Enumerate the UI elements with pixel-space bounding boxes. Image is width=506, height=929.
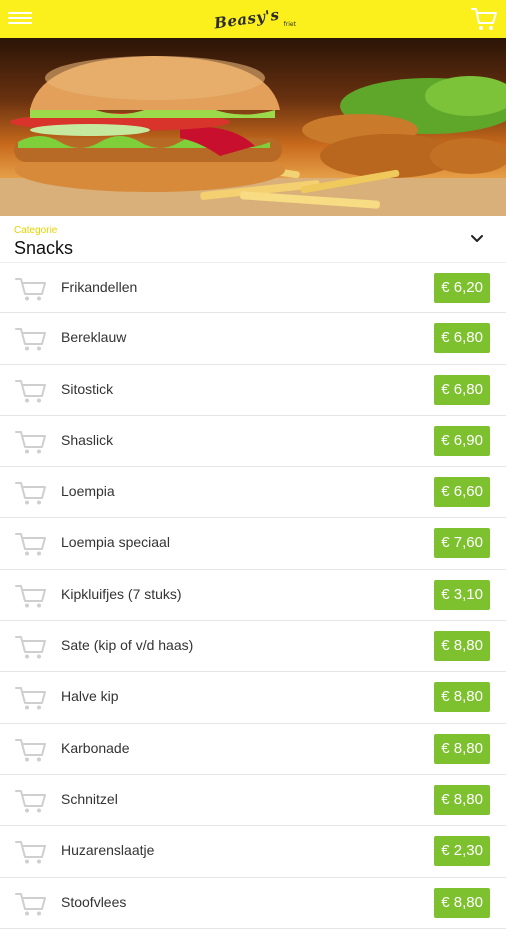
product-row[interactable]: Stoofvlees € 8,80 [0,878,506,929]
price-badge[interactable]: € 6,20 [434,273,490,303]
product-name: Karbonade [61,739,130,756]
price-badge[interactable]: € 8,80 [434,631,490,662]
product-row[interactable]: Schnitzel € 8,80 [0,775,506,827]
price-badge[interactable]: € 8,80 [434,733,490,764]
add-to-cart-icon[interactable] [14,787,48,814]
add-to-cart-icon[interactable] [14,684,48,711]
logo-subtext: friet [283,20,296,28]
price-badge[interactable]: € 8,80 [434,784,490,815]
price-badge[interactable]: € 8,80 [434,682,490,713]
cart-icon[interactable] [470,6,498,32]
add-to-cart-icon[interactable] [14,428,48,455]
hamburger-menu-icon[interactable] [8,9,32,29]
add-to-cart-icon[interactable] [14,275,48,302]
add-to-cart-icon[interactable] [14,582,48,609]
add-to-cart-icon[interactable] [14,377,48,404]
burger-fries-illustration [0,56,506,216]
product-name: Sitostick [61,380,114,397]
add-to-cart-icon[interactable] [14,530,48,557]
product-name: Bereklauw [61,329,127,346]
brand-logo: Beasy's friet [200,3,310,35]
product-row[interactable]: Frikandellen € 6,20 [0,262,506,314]
product-name: Halve kip [61,688,119,705]
logo-text: Beasy's [213,5,281,33]
category-value: Snacks [14,238,74,258]
price-badge[interactable]: € 6,90 [434,425,490,456]
product-row[interactable]: Shaslick € 6,90 [0,416,506,468]
add-to-cart-icon[interactable] [14,325,48,352]
product-name: Kipkluifjes (7 stuks) [61,585,182,602]
top-app-bar: Beasy's friet [0,0,506,38]
add-to-cart-icon[interactable] [14,479,48,506]
price-badge[interactable]: € 3,10 [434,579,490,610]
product-row[interactable]: Loempia speciaal € 7,60 [0,518,506,570]
price-badge[interactable]: € 6,80 [434,374,490,405]
product-name: Loempia [61,483,115,500]
price-badge[interactable]: € 6,80 [434,323,490,354]
add-to-cart-icon[interactable] [14,633,48,660]
add-to-cart-icon[interactable] [14,838,48,865]
product-row[interactable]: Huzarenslaatje € 2,30 [0,826,506,878]
product-row[interactable]: Halve kip € 8,80 [0,672,506,724]
product-list: Frikandellen € 6,20 Bereklauw € 6,80 Sit… [0,262,506,929]
add-to-cart-icon[interactable] [14,736,48,763]
category-selector[interactable]: Categorie Snacks [0,216,506,262]
product-name: Frikandellen [61,279,138,295]
product-name: Shaslick [61,431,114,448]
product-name: Sate (kip of v/d haas) [61,637,194,654]
product-name: Loempia speciaal [61,534,170,551]
product-name: Schnitzel [61,790,118,807]
price-badge[interactable]: € 7,60 [434,528,490,559]
product-row[interactable]: Karbonade € 8,80 [0,724,506,775]
product-row[interactable]: Loempia € 6,60 [0,467,506,519]
product-name: Huzarenslaatje [61,842,155,859]
product-row[interactable]: Bereklauw € 6,80 [0,313,506,365]
price-badge[interactable]: € 6,60 [434,477,490,508]
price-badge[interactable]: € 8,80 [434,887,490,918]
product-name: Stoofvlees [61,893,127,910]
hero-food-image [0,38,506,216]
category-label: Categorie [14,225,58,236]
product-row[interactable]: Sitostick € 6,80 [0,365,506,416]
product-row[interactable]: Kipkluifjes (7 stuks) € 3,10 [0,570,506,622]
add-to-cart-icon[interactable] [14,890,48,917]
chevron-down-icon[interactable] [470,234,484,244]
price-badge[interactable]: € 2,30 [434,836,490,867]
product-row[interactable]: Sate (kip of v/d haas) € 8,80 [0,621,506,673]
